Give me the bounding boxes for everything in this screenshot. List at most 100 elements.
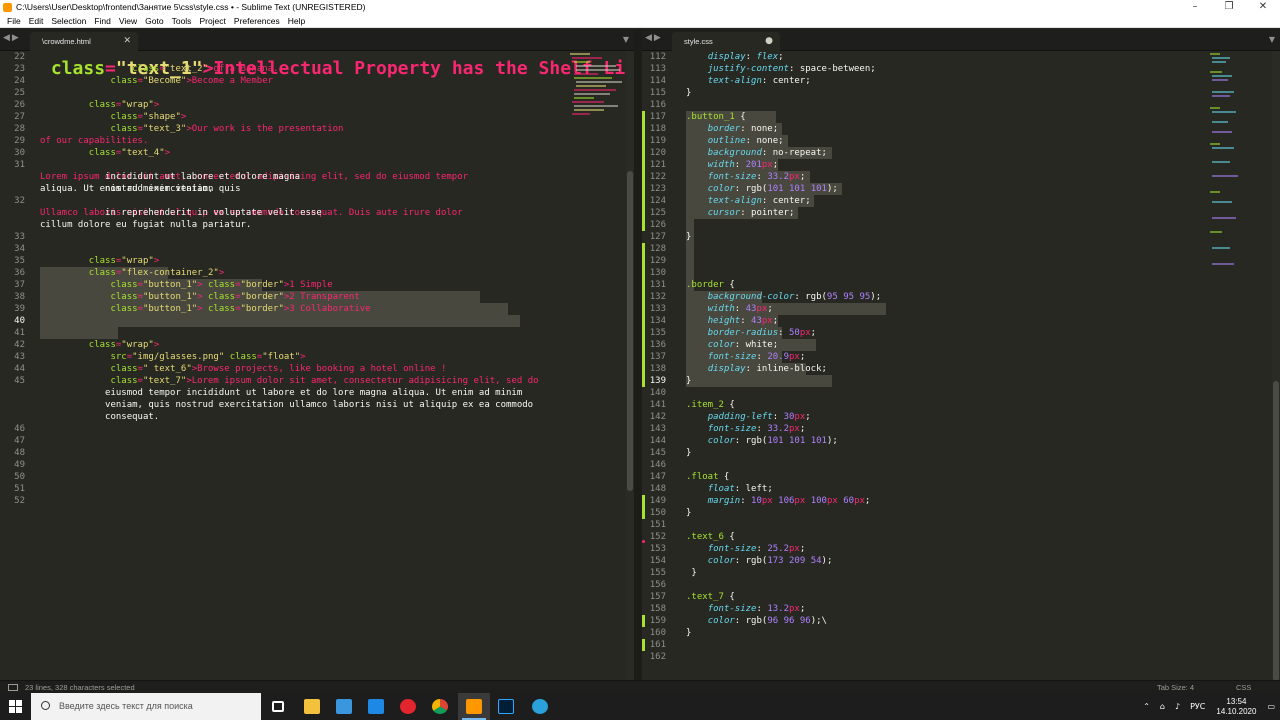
line-number: 136 [649, 340, 666, 350]
network-icon[interactable]: ⌂ [1160, 702, 1165, 711]
minimap-right[interactable] [1208, 51, 1274, 281]
code-editor-html[interactable]: 22 23 24 25 26 27 28 29 30 31 32 33 34 35 36 37 38 39 40 41… [0, 51, 634, 680]
store-icon[interactable] [328, 693, 360, 720]
line-number: 144 [649, 436, 666, 446]
code-editor-css[interactable]: 112 113 114 115 116 117 118 119 120 121 122 123 124 1… [642, 51, 1280, 680]
line-number: 26 [14, 100, 25, 110]
menu-edit[interactable]: Edit [25, 14, 48, 27]
line-number: 157 [649, 592, 666, 602]
code-line: .item_2 { [686, 400, 735, 410]
file-explorer-icon[interactable] [296, 693, 328, 720]
clock-date: 14.10.2020 [1216, 706, 1257, 716]
menu-view[interactable]: View [115, 14, 141, 27]
start-button[interactable] [0, 693, 31, 720]
mail-icon[interactable] [360, 693, 392, 720]
sublime-taskbar-icon[interactable] [458, 693, 490, 720]
code-line: color: rgb(173 209 54); [707, 556, 833, 566]
line-number: 46 [14, 424, 25, 434]
tab-close-icon[interactable]: ✕ [123, 32, 131, 51]
scroll-thumb[interactable] [627, 171, 633, 491]
vertical-scrollbar-right[interactable] [1272, 51, 1280, 680]
line-number: 44 [14, 364, 25, 374]
clock[interactable]: 13:54 14.10.2020 [1216, 697, 1256, 717]
tab-nav-arrows-icon[interactable]: ◀▶ [3, 33, 21, 43]
line-number: 35 [14, 256, 25, 266]
line-number: 47 [14, 436, 25, 446]
volume-icon[interactable]: ♪ [1175, 702, 1180, 711]
menu-preferences[interactable]: Preferences [230, 14, 284, 27]
tab-modified-dot-icon[interactable]: ● [765, 32, 773, 51]
code-line: } [686, 508, 692, 518]
tab-dropdown-icon[interactable]: ▼ [1269, 35, 1275, 44]
pane-splitter[interactable] [634, 29, 642, 680]
code-line: class="wrap"> [88, 100, 160, 110]
photoshop-icon[interactable] [490, 693, 522, 720]
panel-toggle-icon[interactable] [8, 684, 18, 691]
code-line: class="wrap"> [88, 256, 160, 266]
menu-goto[interactable]: Goto [141, 14, 167, 27]
line-number: 31 [14, 160, 25, 170]
code-line: text-align: center; [707, 76, 811, 86]
line-number: 50 [14, 472, 25, 482]
line-number: 37 [14, 280, 25, 290]
tab-style-css[interactable]: style.css ● [672, 32, 780, 51]
close-icon[interactable]: ✕ [1246, 0, 1280, 14]
task-view-icon[interactable] [262, 693, 294, 720]
tab-nav-arrows-icon[interactable]: ◀▶ [645, 33, 663, 43]
code-line: font-size: 33.2px; [707, 172, 806, 182]
line-numbers-right: 112 113 114 115 116 117 118 119 120 121 122 123 124 1… [642, 51, 671, 680]
code-line: class="text_3">Our work is the presentat… [40, 124, 344, 146]
line-number: 113 [649, 64, 666, 74]
menu-help[interactable]: Help [284, 14, 309, 27]
code-line: } [686, 232, 692, 242]
menu-bar: File Edit Selection Find View Goto Tools… [0, 14, 1280, 28]
taskbar-search-box[interactable]: Введите здесь текст для поиска [31, 693, 261, 720]
opera-icon[interactable] [392, 693, 424, 720]
menu-file[interactable]: File [3, 14, 25, 27]
scroll-thumb[interactable] [1273, 381, 1279, 680]
line-number: 32 [14, 196, 25, 206]
line-number: 28 [14, 124, 25, 134]
menu-project[interactable]: Project [195, 14, 229, 27]
code-line: consequat. [40, 412, 160, 422]
line-number: 117 [649, 112, 666, 122]
vertical-scrollbar-left[interactable] [626, 51, 634, 680]
notifications-icon[interactable]: ▭ [1267, 702, 1275, 711]
telegram-icon[interactable] [524, 693, 556, 720]
chrome-icon[interactable] [424, 693, 456, 720]
code-line: Lorem ipsum dolor sit amet, consectetur … [40, 172, 469, 182]
sublime-app-icon [3, 3, 12, 12]
line-number: 159 [649, 616, 666, 626]
code-line: color: white; [707, 340, 779, 350]
code-line: Ullamco laboris nisi ut aliquip ex ea co… [40, 208, 463, 218]
windows-taskbar: Введите здесь текст для поиска ⌃ ⌂ ♪ РУС… [0, 693, 1280, 720]
line-number: 41 [14, 328, 25, 338]
code-line: padding-left: 30px; [707, 412, 811, 422]
line-number: 121 [649, 160, 666, 170]
line-number: 146 [649, 460, 666, 470]
search-icon [41, 701, 50, 710]
window-title: C:\Users\User\Desktop\frontend\Занятие 5… [16, 2, 366, 12]
menu-tools[interactable]: Tools [168, 14, 196, 27]
menu-selection[interactable]: Selection [47, 14, 90, 27]
language-indicator[interactable]: РУС [1190, 702, 1205, 711]
menu-find[interactable]: Find [90, 14, 115, 27]
tab-dropdown-icon[interactable]: ▼ [623, 35, 629, 44]
minimap-left[interactable] [568, 51, 634, 141]
code-line: class="button_1"> class="border">2 Trans… [110, 292, 360, 302]
minimize-icon[interactable]: – [1178, 0, 1212, 14]
line-number: 135 [649, 328, 666, 338]
line-number: 30 [14, 148, 25, 158]
code-text-html: class="text_1">Intellectual Property has… [40, 51, 634, 507]
maximize-icon[interactable]: ❐ [1212, 0, 1246, 14]
code-line: class="text_1">Intellectual Property has… [50, 58, 634, 79]
chevron-up-icon[interactable]: ⌃ [1143, 702, 1150, 711]
tab-crowdme-html[interactable]: \crowdme.html ✕ [30, 32, 138, 51]
code-line: class="button_1"> class="border">3 Colla… [110, 304, 371, 314]
